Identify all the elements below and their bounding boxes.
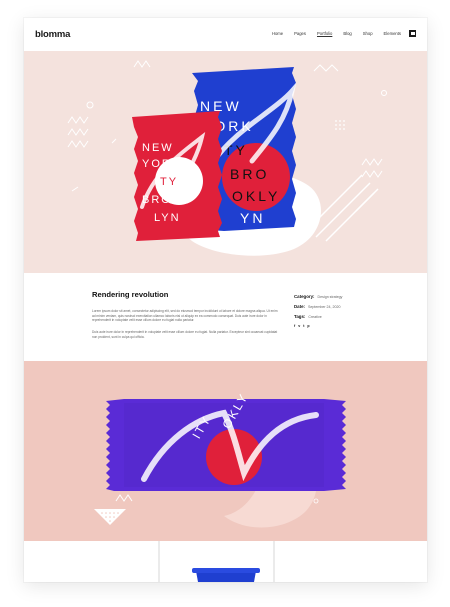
nav-item-elements[interactable]: Elements [384,31,401,36]
svg-text:YN: YN [240,210,265,226]
meta-date-label: Date: [294,304,305,309]
project-description: Lorem ipsum dolor sit amet, consectetur … [92,309,278,323]
nav-item-blog[interactable]: Blog [343,31,351,36]
cup-illustration [158,541,275,582]
nav-item-portfolio[interactable]: Portfolio [317,31,332,36]
menu-icon[interactable] [409,30,416,37]
social-share: f v t p [294,324,404,328]
meta-date: Date: September 24, 2020 [294,304,404,309]
meta-category-value[interactable]: Design strategy [318,295,343,299]
browser-frame: blomma Home Pages Portfolio Blog Shop El… [24,18,427,582]
twitter-icon[interactable]: t [303,324,304,328]
purple-candy-bar: ITY OKLY [106,390,346,491]
gallery-image-3 [24,541,427,582]
meta-tags: Tags: Creative [294,314,404,319]
gallery-image-2: ITY OKLY [24,361,427,541]
svg-text:BRO: BRO [230,166,269,182]
nav-item-shop[interactable]: Shop [363,31,373,36]
svg-text:TY: TY [160,176,178,188]
main-nav: Home Pages Portfolio Blog Shop Elements [272,31,401,36]
facebook-icon[interactable]: f [294,324,295,328]
pinterest-icon[interactable]: p [307,324,309,328]
red-bag: NEW YORK TY BRO LYN [132,111,222,241]
product-bags-illustration: NEW YORK TY BRO OKLY YN NEW YORK TY BRO … [67,60,387,256]
project-meta: Category: Design strategy Date: Septembe… [294,294,404,328]
meta-category: Category: Design strategy [294,294,404,299]
project-title: Rendering revolution [92,290,169,299]
svg-text:OKLY: OKLY [232,188,280,204]
meta-tags-value[interactable]: Creative [308,315,321,319]
nav-item-home[interactable]: Home [272,31,283,36]
nav-item-pages[interactable]: Pages [294,31,306,36]
triangle-decoration [94,509,126,525]
meta-category-label: Category: [294,294,315,299]
candy-bar-illustration: ITY OKLY [94,390,346,528]
hero-image: NEW YORK TY BRO OKLY YN NEW YORK TY BRO … [24,51,427,273]
svg-text:LYN: LYN [154,212,181,224]
meta-date-value: September 24, 2020 [307,305,341,309]
svg-text:NEW: NEW [142,142,174,154]
svg-text:NEW: NEW [200,98,242,114]
meta-tags-label: Tags: [294,314,306,319]
vimeo-icon[interactable]: v [298,324,300,328]
site-logo[interactable]: blomma [35,29,70,40]
project-details: Rendering revolution Lorem ipsum dolor s… [24,273,427,361]
site-header: blomma Home Pages Portfolio Blog Shop El… [24,18,427,51]
project-description-2: Duis aute irure dolor in reprehenderit i… [92,330,278,339]
